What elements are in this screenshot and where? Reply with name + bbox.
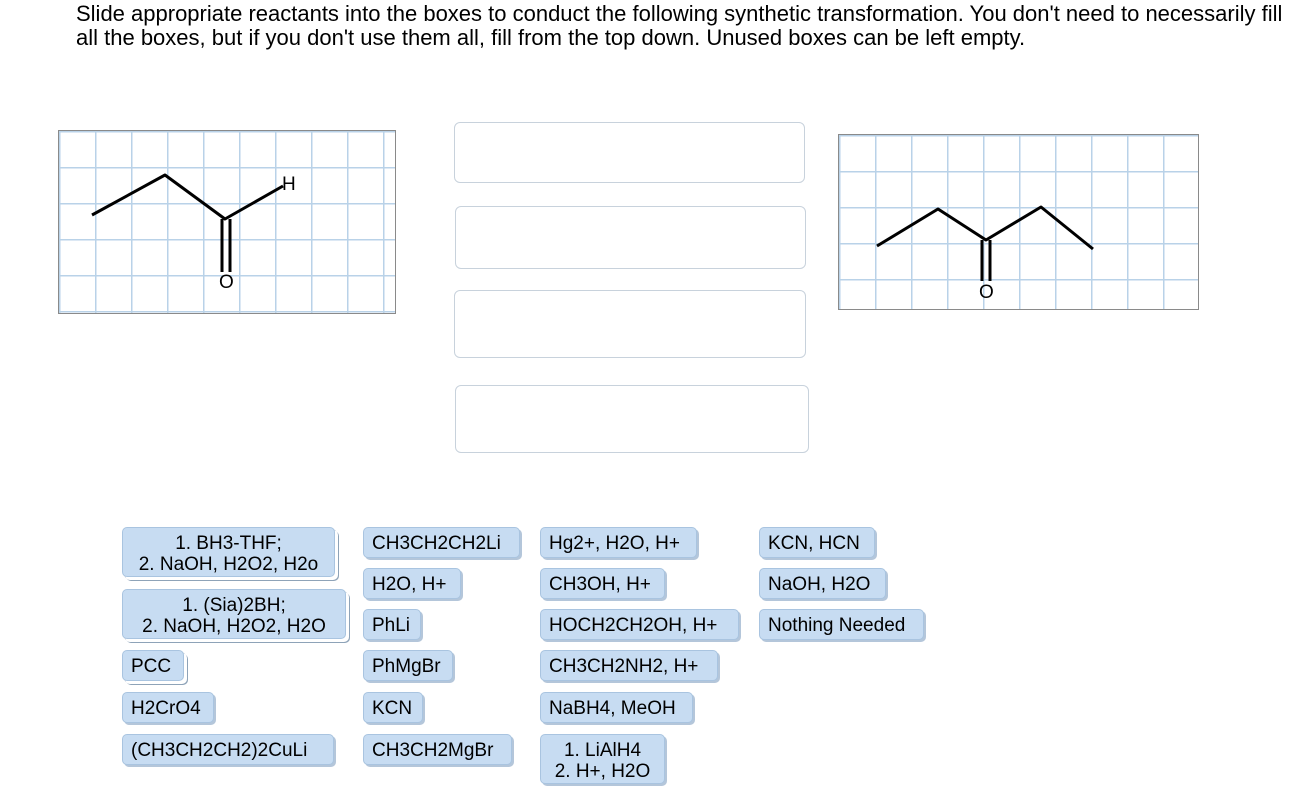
reagent-ethylene-glycol[interactable]: HOCH2CH2OH, H+ <box>540 609 739 640</box>
drop-box-2[interactable] <box>455 206 806 269</box>
reagent-nabh4[interactable]: NaBH4, MeOH <box>540 692 693 723</box>
reagent-cuprate[interactable]: (CH3CH2CH2)2CuLi <box>122 734 334 765</box>
reagent-phmgbr[interactable]: PhMgBr <box>363 650 453 681</box>
reagent-kcn-hcn[interactable]: KCN, HCN <box>759 527 875 558</box>
reagent-h2cro4[interactable]: H2CrO4 <box>122 692 214 723</box>
reagent-line: 1. LiAlH4 <box>563 740 642 761</box>
reagent-methanol-acid[interactable]: CH3OH, H+ <box>540 568 665 599</box>
reagent-pcc[interactable]: PCC <box>122 650 184 681</box>
reagent-line: 1. (Sia)2BH; <box>182 595 286 616</box>
reagent-lialh4[interactable]: 1. LiAlH4 2. H+, H2O <box>540 734 665 784</box>
oxygen-label: O <box>979 282 994 303</box>
starting-material-structure: H O <box>58 130 396 314</box>
reagent-hydroboration-bh3[interactable]: 1. BH3-THF; 2. NaOH, H2O2, H2o <box>122 527 335 577</box>
oxygen-label: O <box>219 272 234 293</box>
reagent-propyllithium[interactable]: CH3CH2CH2Li <box>363 527 520 558</box>
drop-box-4[interactable] <box>455 385 809 453</box>
reagent-ethylmgbr[interactable]: CH3CH2MgBr <box>363 734 512 765</box>
reagent-hydroboration-sia2bh[interactable]: 1. (Sia)2BH; 2. NaOH, H2O2, H2O <box>122 589 346 639</box>
hydrogen-label: H <box>282 174 296 195</box>
reagent-phli[interactable]: PhLi <box>363 609 421 640</box>
drop-box-1[interactable] <box>454 122 805 183</box>
reagent-line: 2. NaOH, H2O2, H2O <box>142 616 326 637</box>
reagent-kcn[interactable]: KCN <box>363 692 423 723</box>
reagent-mercury-hydration[interactable]: Hg2+, H2O, H+ <box>540 527 697 558</box>
propanal-drawing: H O <box>91 173 296 293</box>
reagent-nothing-needed[interactable]: Nothing Needed <box>759 609 924 640</box>
drop-box-3[interactable] <box>454 290 806 358</box>
reagent-ethylamine[interactable]: CH3CH2NH2, H+ <box>540 650 718 681</box>
product-structure: O <box>838 134 1199 310</box>
reagent-line: 2. NaOH, H2O2, H2o <box>138 554 319 575</box>
reagent-line: 2. H+, H2O <box>554 761 651 782</box>
reagent-acid-water[interactable]: H2O, H+ <box>363 568 461 599</box>
reagent-naoh-water[interactable]: NaOH, H2O <box>759 568 886 599</box>
pentanone-drawing: O <box>876 205 1094 303</box>
instructions-text: Slide appropriate reactants into the box… <box>76 1 1283 50</box>
reagent-line: 1. BH3-THF; <box>175 533 282 554</box>
